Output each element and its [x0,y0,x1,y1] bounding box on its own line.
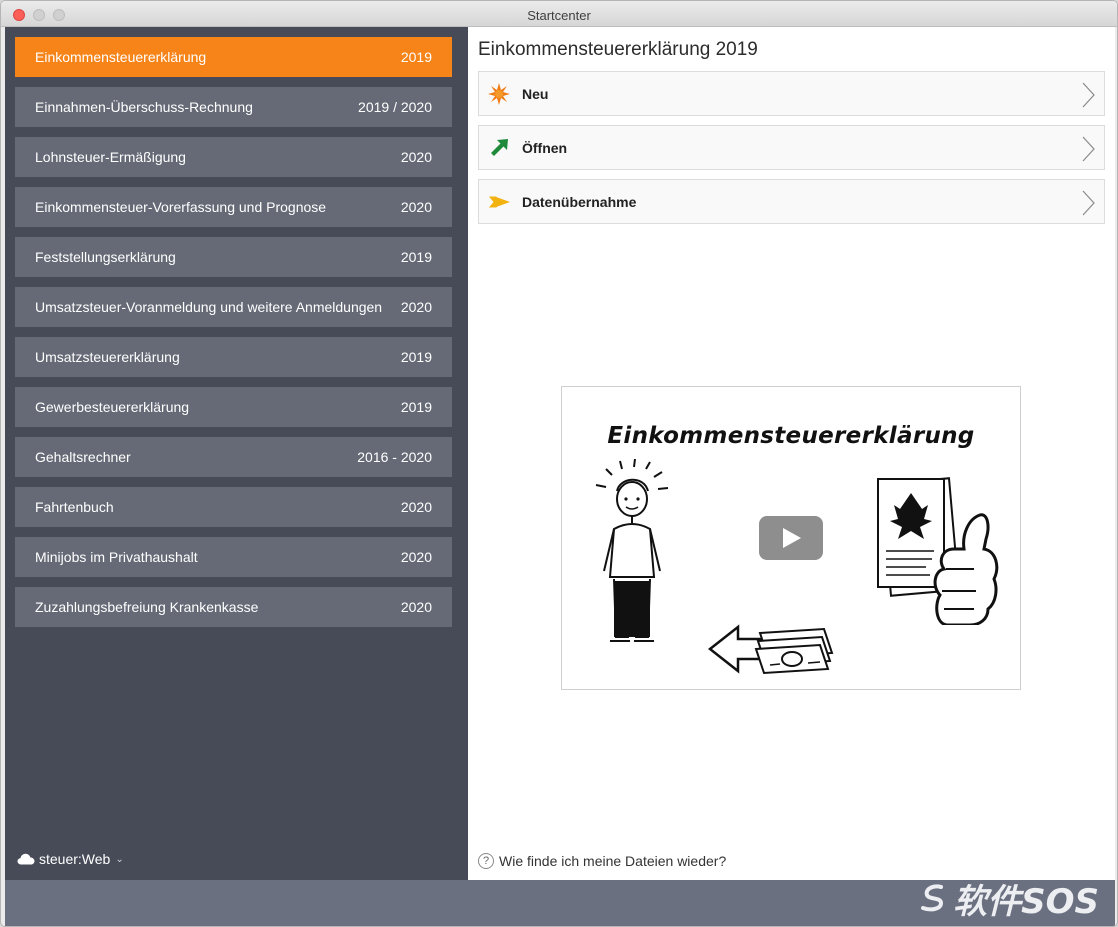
chevron-right-icon [1082,190,1095,216]
sidebar-item-label: Gehaltsrechner [35,449,131,465]
sidebar-item-year: 2019 / 2020 [358,99,432,115]
sidebar-item-vorerfassung-prognose[interactable]: Einkommensteuer-Vorerfassung und Prognos… [15,187,452,227]
sidebar-item-year: 2019 [400,249,432,265]
open-label: Öffnen [522,139,568,156]
sidebar-item-einkommensteuererklaerung[interactable]: Einkommensteuererklärung 2019 [15,37,452,77]
sidebar-item-label: Zuzahlungsbefreiung Krankenkasse [35,599,259,615]
title-bar: Startcenter [1,1,1117,27]
help-link-label: Wie finde ich meine Dateien wieder? [499,853,727,869]
sidebar-item-label: Fahrtenbuch [35,499,114,515]
sidebar-item-year: 2020 [400,149,432,165]
sidebar-item-year: 2020 [400,199,432,215]
sidebar-item-gehaltsrechner[interactable]: Gehaltsrechner 2016 - 2020 [15,437,452,477]
sidebar-item-lohnsteuer-ermaessigung[interactable]: Lohnsteuer-Ermäßigung 2020 [15,137,452,177]
help-link[interactable]: ? Wie finde ich meine Dateien wieder? [478,853,726,869]
sidebar-item-label: Minijobs im Privathaushalt [35,549,198,565]
footer-bar: 软件SOS [5,880,1115,926]
yellow-arrow-icon [488,191,510,213]
sidebar-item-year: 2020 [400,299,432,315]
watermark: 软件SOS [919,880,1099,922]
page-title: Einkommensteuererklärung 2019 [478,39,758,60]
play-button[interactable] [759,516,823,560]
sidebar-item-label: Umsatzsteuer-Voranmeldung und weitere An… [35,299,383,315]
sidebar-item-label: Gewerbesteuererklärung [35,399,190,415]
sidebar-item-fahrtenbuch[interactable]: Fahrtenbuch 2020 [15,487,452,527]
starburst-icon [488,82,510,105]
chevron-down-icon: ⌄ [115,853,124,865]
chevron-right-icon [1082,82,1095,108]
new-button[interactable]: Neu [478,71,1105,116]
sidebar-item-year: 2019 [400,399,432,415]
sidebar-item-year: 2019 [400,49,432,65]
sidebar-item-label: Umsatzsteuererklärung [35,349,180,365]
sidebar-item-year: 2019 [400,349,432,365]
question-mark-icon: ? [478,853,494,869]
sidebar-item-label: Feststellungserklärung [35,249,176,265]
sidebar-item-euer[interactable]: Einnahmen-Überschuss-Rechnung 2019 / 202… [15,87,452,127]
main-panel: Einkommensteuererklärung 2019 Neu Öffnen [468,27,1115,880]
cloud-icon [17,853,35,865]
data-transfer-button[interactable]: Datenübernahme [478,179,1105,224]
money-arrow-illustration [708,624,834,675]
sidebar-item-year: 2020 [400,549,432,565]
window-title: Startcenter [527,8,591,23]
sidebar-item-feststellungserklaerung[interactable]: Feststellungserklärung 2019 [15,237,452,277]
sidebar-item-year: 2020 [400,499,432,515]
app-window: Startcenter Einkommensteuererklärung 201… [0,0,1118,927]
sidebar-item-label: Einkommensteuererklärung [35,49,207,65]
green-arrow-icon [488,137,510,159]
watermark-text: 软件SOS [953,881,1099,922]
steuer-web-menu[interactable]: steuer:Web ⌄ [17,851,124,867]
new-label: Neu [522,85,549,102]
data-transfer-label: Datenübernahme [522,193,637,210]
watermark-logo-icon [921,884,944,912]
chevron-right-icon [1082,136,1095,162]
sidebar-item-label: Einkommensteuer-Vorerfassung und Prognos… [35,199,327,215]
sidebar-item-zuzahlungsbefreiung[interactable]: Zuzahlungsbefreiung Krankenkasse 2020 [15,587,452,627]
intro-video[interactable]: Einkommensteuererklärung [561,386,1021,690]
sidebar-item-umsatzsteuer-voranmeldung[interactable]: Umsatzsteuer-Voranmeldung und weitere An… [15,287,452,327]
sidebar-item-gewerbesteuererklaerung[interactable]: Gewerbesteuererklärung 2019 [15,387,452,427]
sidebar-item-label: Lohnsteuer-Ermäßigung [35,149,186,165]
sidebar: Einkommensteuererklärung 2019 Einnahmen-… [5,27,468,880]
video-title: Einkommensteuererklärung [607,423,975,449]
person-illustration [595,459,669,642]
sidebar-item-minijobs[interactable]: Minijobs im Privathaushalt 2020 [15,537,452,577]
steuer-web-label: steuer:Web [39,851,111,867]
document-thumbs-up-illustration [877,477,999,625]
sidebar-item-year: 2020 [400,599,432,615]
sidebar-item-umsatzsteuererklaerung[interactable]: Umsatzsteuererklärung 2019 [15,337,452,377]
open-button[interactable]: Öffnen [478,125,1105,170]
sidebar-item-label: Einnahmen-Überschuss-Rechnung [35,99,253,115]
sidebar-item-year: 2016 - 2020 [357,449,432,465]
play-icon [783,528,801,548]
